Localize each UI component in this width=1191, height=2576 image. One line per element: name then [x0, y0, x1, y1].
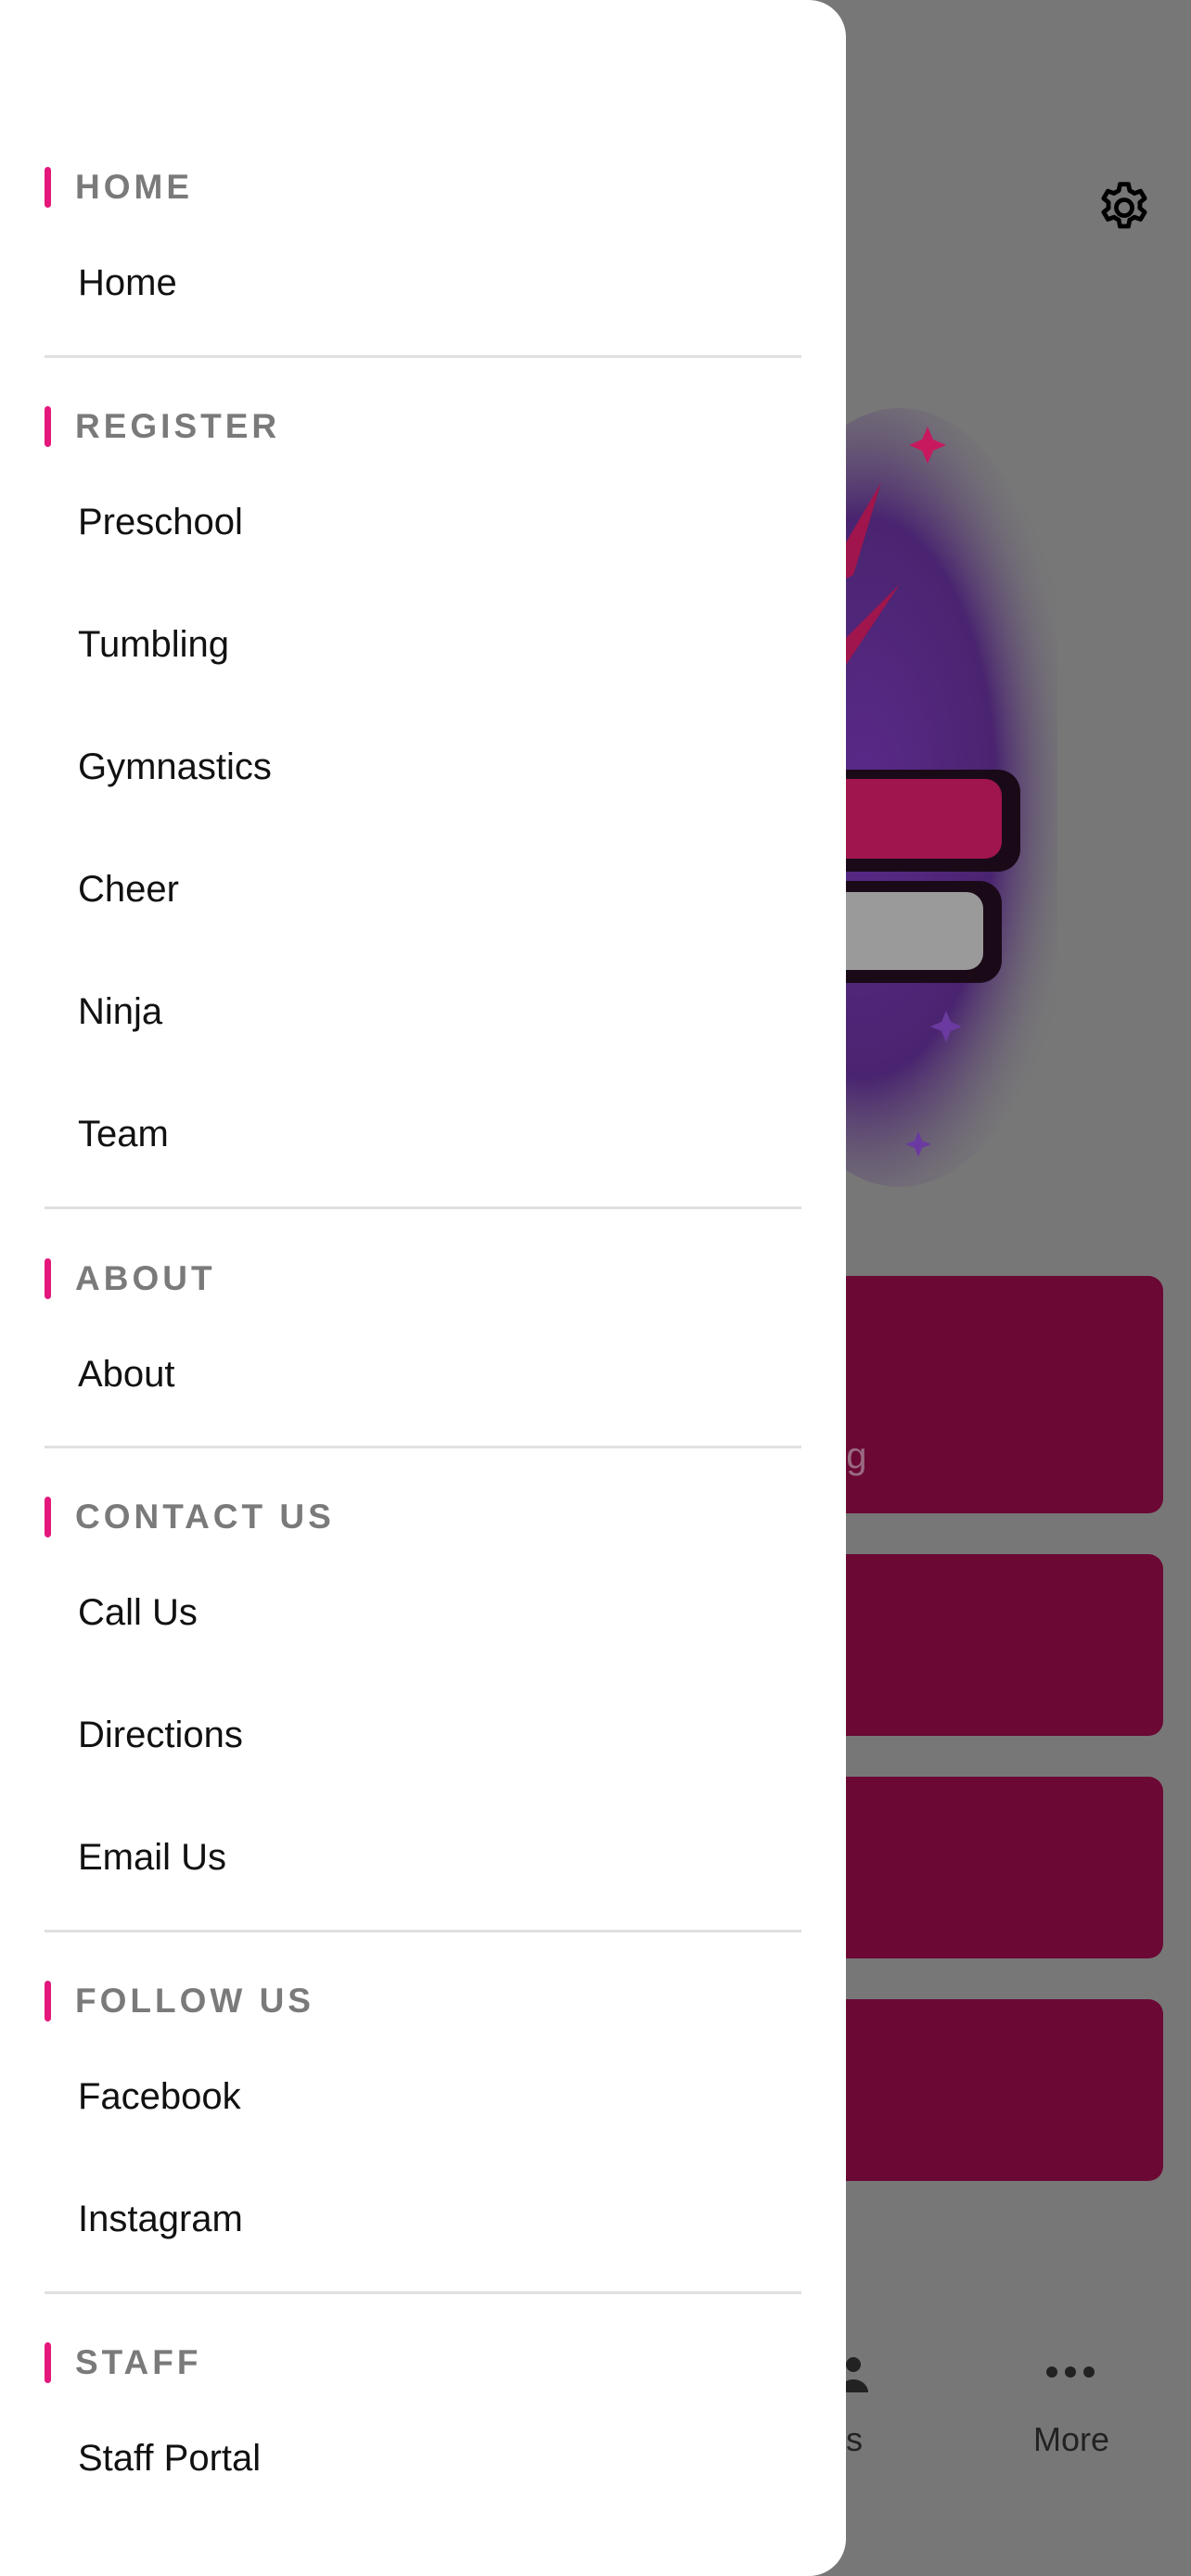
section-header: HOME — [45, 167, 193, 208]
section-header: CONTACT US — [45, 1497, 335, 1537]
drawer-item-cheer[interactable]: Cheer — [78, 861, 179, 917]
divider — [45, 355, 801, 358]
gym-logo — [816, 408, 1057, 1187]
section-header: STAFF — [45, 2342, 201, 2383]
drawer-item-home[interactable]: Home — [78, 255, 177, 311]
background-card[interactable] — [807, 1777, 1163, 1958]
section-header: FOLLOW US — [45, 1981, 314, 2021]
section-title: HOME — [75, 168, 193, 206]
section-accent-bar — [45, 1497, 51, 1537]
drawer-item-team[interactable]: Team — [78, 1106, 169, 1162]
section-accent-bar — [45, 167, 51, 208]
section-title: FOLLOW US — [75, 1982, 314, 2020]
drawer-item-preschool[interactable]: Preschool — [78, 494, 243, 550]
divider — [45, 1446, 801, 1448]
drawer-item-instagram[interactable]: Instagram — [78, 2191, 243, 2247]
background-card[interactable] — [807, 1999, 1163, 2181]
drawer-item-ninja[interactable]: Ninja — [78, 984, 162, 1039]
tab-more-label[interactable]: More — [1033, 2420, 1109, 2459]
drawer-item-about[interactable]: About — [78, 1346, 175, 1402]
section-title: CONTACT US — [75, 1498, 335, 1536]
drawer-item-call-us[interactable]: Call Us — [78, 1585, 198, 1640]
drawer-item-staff-portal[interactable]: Staff Portal — [78, 2430, 261, 2486]
background-card[interactable] — [807, 1554, 1163, 1736]
drawer-item-facebook[interactable]: Facebook — [78, 2069, 241, 2124]
section-header: ABOUT — [45, 1258, 216, 1299]
section-title: ABOUT — [75, 1259, 216, 1297]
drawer-item-directions[interactable]: Directions — [78, 1707, 243, 1763]
drawer-item-tumbling[interactable]: Tumbling — [78, 617, 229, 672]
section-title: REGISTER — [75, 407, 281, 445]
divider — [45, 1930, 801, 1932]
drawer-item-email-us[interactable]: Email Us — [78, 1830, 226, 1885]
section-accent-bar — [45, 1981, 51, 2021]
divider — [45, 2291, 801, 2294]
navigation-drawer: HOME Home REGISTER Preschool Tumbling Gy… — [0, 0, 846, 2576]
section-accent-bar — [45, 2342, 51, 2383]
divider — [45, 1206, 801, 1209]
gear-icon[interactable] — [1095, 178, 1154, 237]
more-dots-icon[interactable] — [1044, 2365, 1096, 2379]
section-accent-bar — [45, 1258, 51, 1299]
section-title: STAFF — [75, 2343, 202, 2381]
section-accent-bar — [45, 406, 51, 447]
background-card[interactable]: ng — [807, 1276, 1163, 1513]
section-header: REGISTER — [45, 406, 280, 447]
drawer-item-gymnastics[interactable]: Gymnastics — [78, 739, 272, 795]
